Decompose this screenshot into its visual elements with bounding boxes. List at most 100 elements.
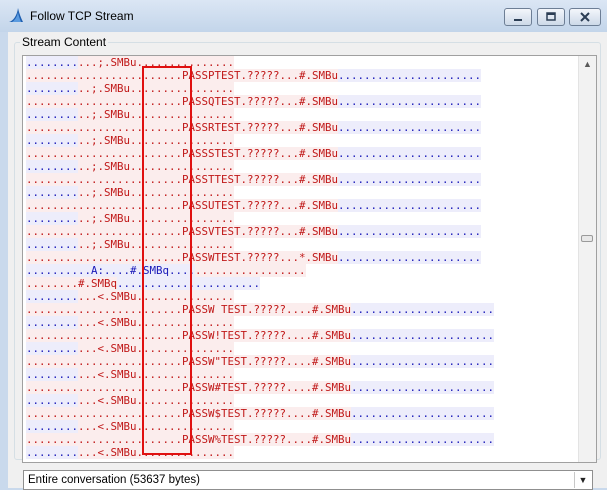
server-segment: ........: [26, 446, 79, 459]
server-segment: ........: [26, 108, 79, 121]
stream-lines: ...........;.SMBu.......................…: [26, 56, 495, 459]
minimize-icon: [514, 19, 522, 21]
client-segment: ........................PASSWTEST.?????.…: [26, 251, 339, 264]
stream-line: ...........<.SMBu...............: [26, 342, 494, 355]
stream-line: ...........<.SMBu...............: [26, 368, 494, 381]
client-segment: ...<.SMBu...............: [78, 342, 235, 355]
server-segment: ......................: [351, 329, 495, 342]
client-segment: ...<.SMBu...............: [78, 316, 235, 329]
vertical-scrollbar[interactable]: ▲: [578, 56, 596, 462]
client-segment: ...<.SMBu...............: [78, 420, 235, 433]
server-segment: ......................: [351, 355, 495, 368]
maximize-icon: [546, 12, 556, 21]
client-segment: ..;.SMBu................: [78, 160, 235, 173]
stream-line: ........................PASSUTEST.?????.…: [26, 199, 494, 212]
client-segment: ........................PASSW#TEST.?????…: [26, 381, 352, 394]
stream-line: ........................PASSVTEST.?????.…: [26, 225, 494, 238]
client-segment: ........................PASSW$TEST.?????…: [26, 407, 352, 420]
minimize-button[interactable]: [504, 8, 532, 26]
stream-line: ........................PASSW$TEST.?????…: [26, 407, 495, 420]
window-title: Follow TCP Stream: [30, 9, 134, 23]
client-segment: ........................PASSUTEST.?????.…: [26, 199, 339, 212]
server-segment: ........: [26, 160, 79, 173]
client-segment: ..;.SMBu................: [78, 82, 235, 95]
client-segment: ...<.SMBu...............: [78, 290, 235, 303]
stream-content-text[interactable]: ...........;.SMBu.......................…: [22, 55, 597, 463]
maximize-button[interactable]: [537, 8, 565, 26]
stream-line: ...........<.SMBu...............: [26, 394, 494, 407]
client-segment: ..;.SMBu................: [78, 238, 235, 251]
stream-line: ........................PASSQTEST.?????.…: [26, 95, 494, 108]
stream-line: ..........;.SMBu................: [26, 108, 494, 121]
close-button[interactable]: [569, 8, 601, 26]
client-segment: ..;.SMBu................: [78, 134, 235, 147]
client-segment: ........................PASSVTEST.?????.…: [26, 225, 339, 238]
server-segment: ........: [26, 82, 79, 95]
stream-line: ........................PASSW%TEST.?????…: [26, 433, 495, 446]
client-segment: ........................PASSW%TEST.?????…: [26, 433, 352, 446]
dialog-body: Stream Content ...........;.SMBu........…: [8, 32, 607, 490]
server-segment: ......................: [351, 433, 495, 446]
scroll-thumb[interactable]: [581, 235, 593, 242]
stream-line: ........................PASSTTEST.?????.…: [26, 173, 494, 186]
client-segment: ..;.SMBu................: [78, 212, 235, 225]
server-segment: ......................: [351, 303, 495, 316]
server-segment: ......................: [338, 69, 482, 82]
stream-line: ..........A:....#.SMBq..................…: [26, 264, 494, 277]
stream-line: ........................PASSW"TEST.?????…: [26, 355, 495, 368]
stream-line: ........................PASSW#TEST.?????…: [26, 381, 495, 394]
stream-line: ..........;.SMBu................: [26, 82, 494, 95]
server-segment: ......................: [338, 251, 482, 264]
server-segment: ......................: [338, 147, 482, 160]
server-segment: ........: [26, 342, 79, 355]
stream-line: ........................PASSRTEST.?????.…: [26, 121, 494, 134]
stream-line: ..........;.SMBu................: [26, 238, 494, 251]
stream-line: ..........;.SMBu................: [26, 134, 494, 147]
stream-line: ...........<.SMBu...............: [26, 446, 494, 459]
server-segment: ........: [26, 134, 79, 147]
client-segment: ........................PASSPTEST.?????.…: [26, 69, 339, 82]
server-segment: ........: [26, 368, 79, 381]
server-segment: ......................: [338, 95, 482, 108]
conversation-select-value: Entire conversation (53637 bytes): [28, 474, 200, 486]
stream-line: ........................PASSSTEST.?????.…: [26, 147, 494, 160]
server-segment: ......................: [351, 381, 495, 394]
server-segment: ........: [26, 56, 79, 69]
client-segment: ...;.SMBu...............: [78, 56, 235, 69]
stream-content-label: Stream Content: [20, 35, 109, 49]
server-segment: ......................: [338, 121, 482, 134]
close-icon: [580, 12, 590, 22]
server-segment: ......................: [117, 277, 261, 290]
conversation-select[interactable]: Entire conversation (53637 bytes) ▼: [23, 470, 593, 490]
shark-fin-icon: [9, 8, 23, 22]
client-segment: ........................PASSW!TEST.?????…: [26, 329, 352, 342]
stream-line: ..........;.SMBu................: [26, 160, 494, 173]
server-segment: ........: [26, 238, 79, 251]
title-bar[interactable]: Follow TCP Stream: [0, 0, 607, 32]
scroll-up-arrow-icon[interactable]: ▲: [579, 56, 596, 73]
server-segment: ........: [26, 394, 79, 407]
server-segment: ......................: [351, 407, 495, 420]
stream-line: ..........;.SMBu................: [26, 212, 494, 225]
stream-line: ........................PASSW TEST.?????…: [26, 303, 495, 316]
client-segment: ...<.SMBu...............: [78, 368, 235, 381]
client-segment: .................: [195, 264, 306, 277]
stream-line: ...........;.SMBu...............: [26, 56, 494, 69]
server-segment: ........: [26, 212, 79, 225]
stream-line: ........................PASSWTEST.?????.…: [26, 251, 494, 264]
client-segment: ........................PASSW"TEST.?????…: [26, 355, 352, 368]
chevron-down-icon[interactable]: ▼: [574, 472, 591, 488]
stream-line: ...........<.SMBu...............: [26, 290, 494, 303]
server-segment: ......................: [338, 225, 482, 238]
client-segment: ...<.SMBu...............: [78, 446, 235, 459]
client-segment: ..;.SMBu................: [78, 186, 235, 199]
stream-line: ...........<.SMBu...............: [26, 316, 494, 329]
stream-line: ........................PASSW!TEST.?????…: [26, 329, 495, 342]
client-segment: ........................PASSTTEST.?????.…: [26, 173, 339, 186]
server-segment: ........: [26, 316, 79, 329]
server-segment: ..........A:....#.SMBq....: [26, 264, 196, 277]
stream-line: ........................PASSPTEST.?????.…: [26, 69, 494, 82]
client-segment: ........#.SMBq: [26, 277, 118, 290]
client-segment: ...<.SMBu...............: [78, 394, 235, 407]
stream-line: ...........<.SMBu...............: [26, 420, 494, 433]
